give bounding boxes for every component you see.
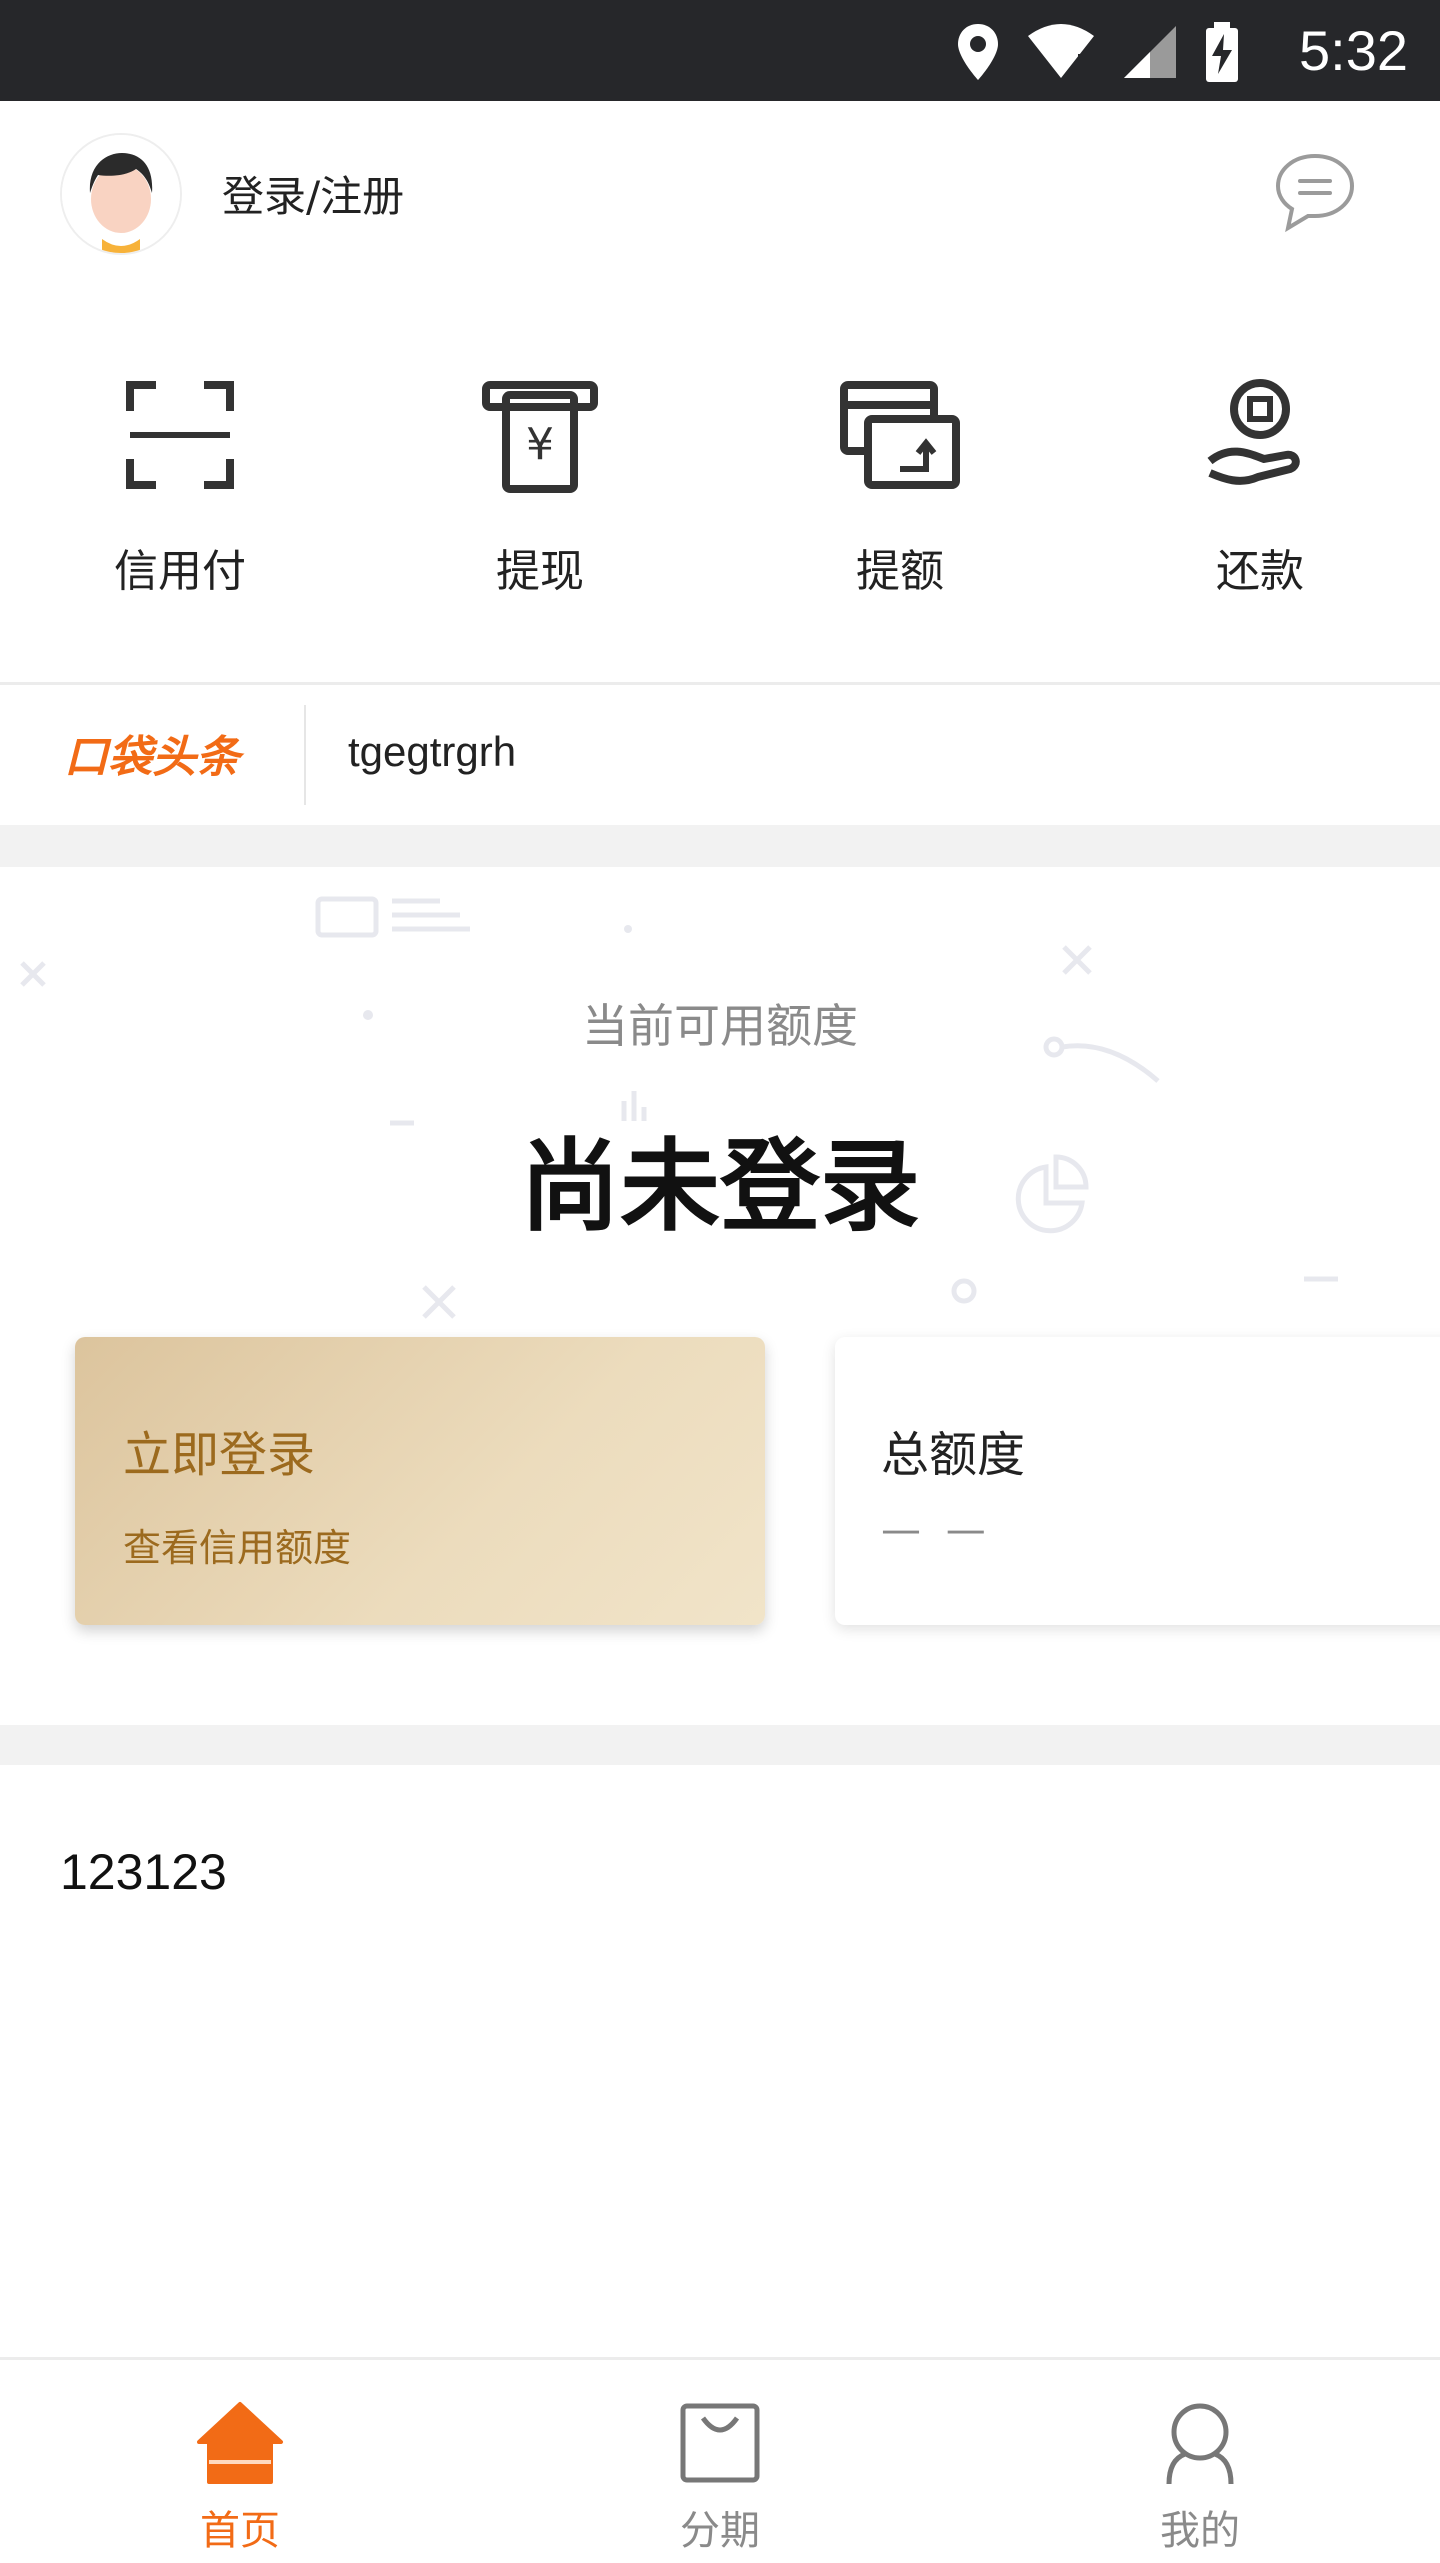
repay-icon	[1207, 379, 1300, 485]
login-card-title: 立即登录	[123, 1427, 316, 1483]
tab-label: 我的	[1160, 2508, 1240, 2554]
news-logo: 口袋头条	[64, 732, 245, 783]
svg-text:¥: ¥	[526, 419, 554, 470]
svg-text:口袋头条: 口袋头条	[64, 732, 245, 783]
scan-icon	[126, 381, 234, 489]
total-limit-value: — —	[881, 1507, 992, 1553]
location-icon	[958, 24, 998, 80]
raise-limit-icon	[840, 381, 960, 489]
news-headline[interactable]: tgegtrgrh	[348, 728, 516, 776]
tab-label: 分期	[680, 2508, 760, 2554]
message-icon[interactable]	[1272, 150, 1358, 236]
avatar-face-icon	[62, 135, 180, 253]
action-withdraw[interactable]: ¥ 提现	[360, 355, 720, 655]
available-limit-caption: 当前可用额度	[582, 999, 858, 1053]
signal-icon	[1124, 26, 1176, 78]
avatar[interactable]	[60, 133, 182, 255]
login-card-subtitle: 查看信用额度	[123, 1526, 352, 1570]
home-icon	[197, 2402, 283, 2484]
total-limit-title: 总额度	[881, 1427, 1026, 1483]
bottom-tab-bar: 首页 分期 我的	[0, 2357, 1440, 2563]
action-credit-pay[interactable]: 信用付	[0, 355, 360, 655]
withdraw-icon: ¥	[482, 381, 598, 493]
news-separator	[304, 705, 306, 805]
tab-mine[interactable]: 我的	[960, 2360, 1440, 2563]
action-label: 信用付	[114, 546, 246, 597]
action-label: 提额	[856, 546, 944, 597]
quick-actions: 信用付 ¥ 提现 提额 还款	[0, 355, 1440, 655]
action-label: 还款	[1216, 546, 1304, 597]
section-title: 123123	[60, 1844, 227, 1900]
login-register-link[interactable]: 登录/注册	[222, 163, 404, 224]
action-label: 提现	[496, 546, 584, 597]
section-gap-2	[0, 1725, 1440, 1765]
tab-home[interactable]: 首页	[0, 2360, 480, 2563]
action-repay[interactable]: 还款	[1080, 355, 1440, 655]
login-status-text: 尚未登录	[520, 1128, 920, 1245]
total-limit-card: 总额度 — —	[835, 1337, 1440, 1625]
status-bar: 5:32	[0, 0, 1440, 101]
wifi-icon	[1028, 24, 1094, 78]
action-raise-limit[interactable]: 提额	[720, 355, 1080, 655]
battery-charging-icon	[1206, 22, 1238, 82]
status-time: 5:32	[1299, 19, 1408, 82]
section-gap	[0, 825, 1440, 867]
tab-label: 首页	[200, 2508, 280, 2554]
user-icon	[1166, 2403, 1234, 2485]
bag-icon	[680, 2403, 760, 2483]
status-icons	[956, 22, 1240, 82]
login-card[interactable]: 立即登录 查看信用额度	[75, 1337, 765, 1625]
header	[0, 101, 1440, 301]
tab-installment[interactable]: 分期	[480, 2360, 960, 2563]
